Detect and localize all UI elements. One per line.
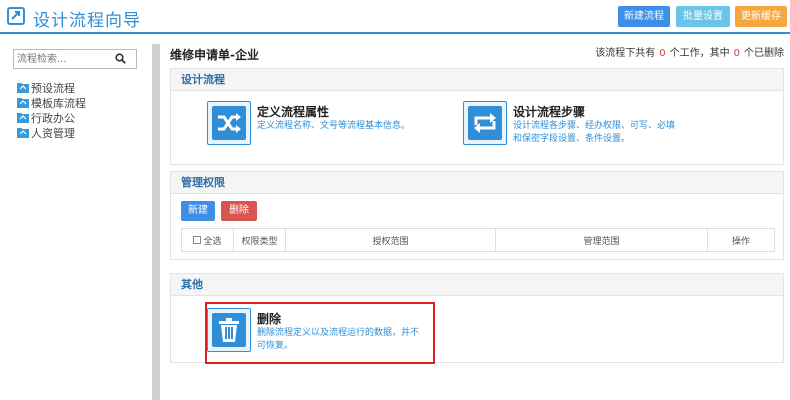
- define-properties-desc: 定义流程名称、文号等流程基本信息。: [257, 121, 411, 131]
- update-cache-button[interactable]: 更新缓存: [735, 6, 787, 27]
- form-title: 维修申请单-企业: [170, 48, 259, 62]
- add-permission-button[interactable]: 新建: [181, 201, 215, 221]
- select-all-header[interactable]: 全选: [182, 229, 234, 251]
- tree-item-hr[interactable]: 人资管理: [17, 125, 86, 140]
- desc-line: 删除流程定义以及流程运行的数据，并不: [257, 328, 420, 338]
- tree-item-admin[interactable]: 行政办公: [17, 110, 86, 125]
- desc-line: 可恢复。: [257, 341, 294, 351]
- delete-flow-item[interactable]: 删除 删除流程定义以及流程运行的数据，并不 可恢复。: [207, 308, 431, 356]
- flow-info-middle: 个工作，其中: [669, 48, 730, 59]
- define-properties-item[interactable]: 定义流程属性 定义流程名称、文号等流程基本信息。: [207, 101, 447, 149]
- repeat-icon: [463, 101, 507, 145]
- tree-item-label: 预设流程: [31, 81, 75, 95]
- design-steps-desc: 设计流程各步骤、经办权限、可写、必填 和保密字段设置、条件设置。: [513, 120, 675, 146]
- batch-settings-button[interactable]: 批量设置: [676, 6, 730, 27]
- sidebar-scrollbar[interactable]: [152, 44, 160, 400]
- define-properties-title: 定义流程属性: [257, 105, 330, 119]
- flow-info: 该流程下共有 0 个工作，其中 0 个已删除: [595, 44, 784, 59]
- delete-flow-desc: 删除流程定义以及流程运行的数据，并不 可恢复。: [257, 327, 419, 353]
- search-icon[interactable]: [115, 53, 126, 64]
- column-label: 全选: [203, 236, 222, 247]
- main-content: 维修申请单-企业 该流程下共有 0 个工作，其中 0 个已删除 设计流程 定义流程属性 …: [162, 36, 790, 400]
- delete-flow-title: 删除: [257, 312, 282, 326]
- folder-icon: [17, 112, 29, 123]
- search-input[interactable]: [17, 52, 112, 67]
- column-auth-scope: 授权范围: [286, 229, 496, 251]
- folder-icon: [17, 127, 29, 138]
- new-flow-button[interactable]: 新建流程: [618, 6, 670, 27]
- permission-table-header: 全选 权限类型 授权范围 管理范围 操作: [181, 228, 775, 252]
- sidebar: 预设流程 模板库流程 行政办公 人资管理: [0, 36, 152, 400]
- search-box: [13, 49, 137, 69]
- design-flow-panel: 设计流程 定义流程属性 定义流程名称、文号等流程基本信息。 设计流程步骤 设计流…: [170, 68, 784, 165]
- other-panel: 其他 删除 删除流程定义以及流程运行的数据，并不 可恢复。: [170, 273, 784, 364]
- column-actions: 操作: [731, 236, 750, 247]
- header: 设计流程向导 新建流程 批量设置 更新缓存: [0, 0, 790, 34]
- tree-item-label: 行政办公: [31, 111, 75, 125]
- desc-line: 和保密字段设置、条件设置。: [513, 134, 631, 144]
- tree-item-preset[interactable]: 预设流程: [17, 80, 86, 95]
- design-steps-item[interactable]: 设计流程步骤 设计流程各步骤、经办权限、可写、必填 和保密字段设置、条件设置。: [463, 101, 743, 149]
- select-all-checkbox[interactable]: [193, 236, 202, 244]
- app-logo-icon: [7, 7, 25, 25]
- folder-icon: [17, 82, 29, 93]
- panel-title: 设计流程: [171, 69, 783, 91]
- folder-icon: [17, 97, 29, 108]
- trash-icon: [207, 308, 251, 352]
- column-permission-type: 权限类型: [234, 229, 286, 251]
- flow-tree: 预设流程 模板库流程 行政办公 人资管理: [17, 80, 86, 140]
- work-count: 0: [659, 48, 666, 59]
- tree-item-label: 模板库流程: [31, 96, 86, 110]
- panel-title: 其他: [171, 274, 783, 296]
- flow-info-suffix: 个已删除: [744, 48, 784, 59]
- flow-info-prefix: 该流程下共有: [595, 48, 656, 59]
- manage-permission-panel: 管理权限 新建 删除 全选 权限类型 授权范围 管理范围 操作: [170, 171, 784, 260]
- shuffle-icon: [207, 101, 251, 145]
- desc-line: 设计流程各步骤、经办权限、可写、必填: [513, 121, 676, 131]
- design-steps-title: 设计流程步骤: [513, 105, 586, 119]
- delete-permission-button[interactable]: 删除: [221, 201, 257, 221]
- deleted-count: 0: [733, 48, 740, 59]
- panel-title: 管理权限: [171, 172, 783, 194]
- page-title: 设计流程向导: [33, 11, 141, 31]
- column-manage-scope: 管理范围: [496, 229, 708, 251]
- tree-item-template[interactable]: 模板库流程: [17, 95, 86, 110]
- tree-item-label: 人资管理: [31, 126, 75, 140]
